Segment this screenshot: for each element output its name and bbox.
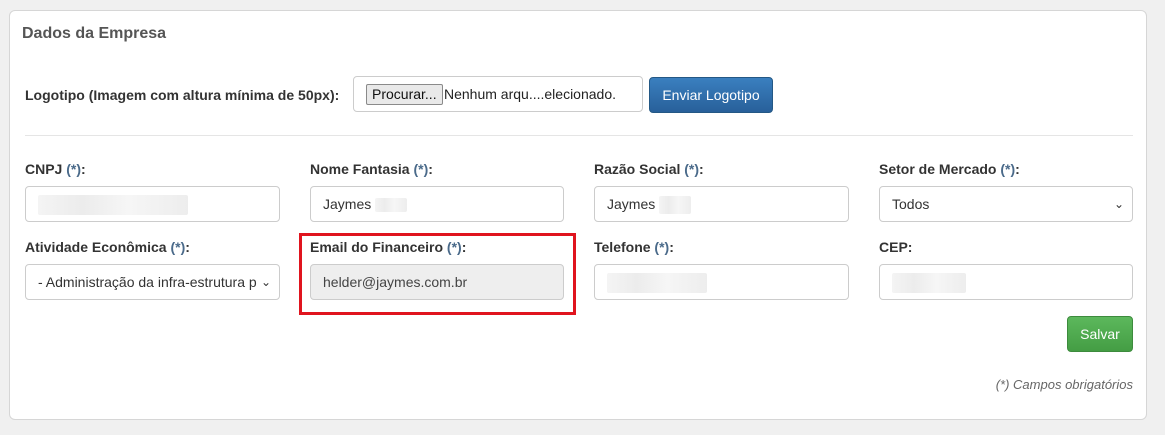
redacted-value xyxy=(38,195,188,216)
cnpj-label: CNPJ (*): xyxy=(25,161,86,177)
atividade-label: Atividade Econômica (*): xyxy=(25,239,190,255)
browse-button[interactable]: Procurar... xyxy=(366,84,443,105)
upload-logo-button[interactable]: Enviar Logotipo xyxy=(649,77,773,113)
razao-social-label: Razão Social (*): xyxy=(594,161,704,177)
save-button[interactable]: Salvar xyxy=(1067,316,1133,352)
redacted-value xyxy=(659,196,692,215)
divider xyxy=(25,135,1133,136)
atividade-select[interactable]: - Administração da infra-estrutura p ⌄ xyxy=(25,264,280,300)
company-data-panel: Dados da Empresa Logotipo (Imagem com al… xyxy=(9,10,1147,420)
panel-title: Dados da Empresa xyxy=(22,25,167,42)
redacted-value xyxy=(375,198,408,213)
chevron-down-icon: ⌄ xyxy=(1113,197,1124,211)
setor-label: Setor de Mercado (*): xyxy=(879,161,1020,177)
redacted-value xyxy=(892,273,966,294)
highlight-box xyxy=(299,233,576,315)
file-status: Nenhum arqu....elecionado. xyxy=(444,86,616,102)
logo-file-input[interactable]: Procurar... Nenhum arqu....elecionado. xyxy=(353,76,643,112)
cep-input[interactable] xyxy=(879,264,1133,300)
redacted-value xyxy=(607,273,707,294)
cnpj-input[interactable] xyxy=(25,186,280,222)
setor-select[interactable]: Todos ⌄ xyxy=(879,186,1133,222)
logo-label: Logotipo (Imagem com altura mínima de 50… xyxy=(25,87,340,103)
chevron-down-icon: ⌄ xyxy=(260,275,271,289)
telefone-input[interactable] xyxy=(594,264,849,300)
cep-label: CEP: xyxy=(879,239,913,255)
razao-social-input[interactable]: Jaymes xyxy=(594,186,849,222)
required-fields-note: (*) Campos obrigatórios xyxy=(995,377,1133,392)
telefone-label: Telefone (*): xyxy=(594,239,674,255)
nome-fantasia-input[interactable]: Jaymes xyxy=(310,186,564,222)
nome-fantasia-label: Nome Fantasia (*): xyxy=(310,161,433,177)
